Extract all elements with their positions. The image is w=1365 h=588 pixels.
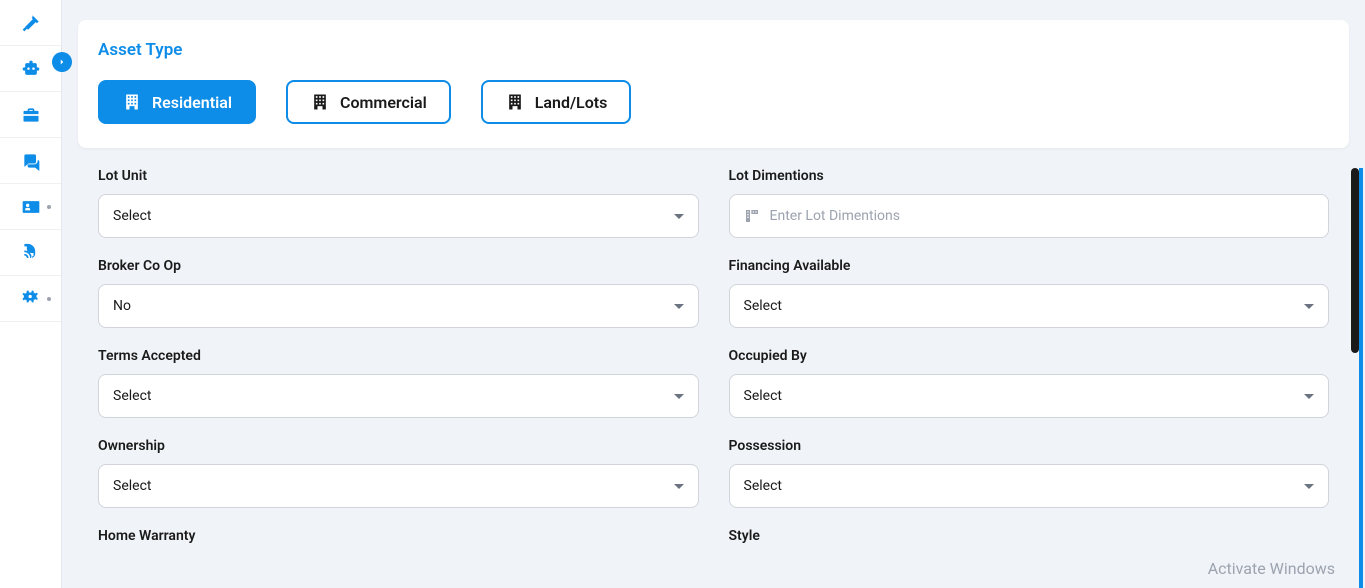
select-value: Select — [744, 478, 782, 494]
caret-down-icon — [674, 214, 684, 219]
asset-type-card: Asset Type Residential Commercial Land/L… — [78, 20, 1349, 148]
building-icon — [122, 92, 142, 112]
select-ownership[interactable]: Select — [98, 464, 699, 508]
asset-type-buttons: Residential Commercial Land/Lots — [98, 80, 1329, 124]
sidebar-expand-button[interactable] — [52, 52, 72, 72]
caret-down-icon — [1304, 484, 1314, 489]
sidebar-item-blog[interactable] — [0, 230, 61, 276]
form-group-possession: Possession Select — [729, 438, 1330, 508]
form-group-occupied-by: Occupied By Select — [729, 348, 1330, 418]
building-icon — [505, 92, 525, 112]
select-value: Select — [744, 298, 782, 314]
asset-type-label: Commercial — [340, 93, 427, 112]
label-occupied-by: Occupied By — [729, 348, 1330, 364]
select-terms-accepted[interactable]: Select — [98, 374, 699, 418]
select-value: No — [113, 298, 131, 314]
ruler-icon — [744, 208, 760, 224]
form-area: Lot Unit Select Lot Dimentions Broker Co… — [78, 168, 1349, 588]
label-financing-available: Financing Available — [729, 258, 1330, 274]
asset-type-label: Residential — [152, 93, 232, 112]
select-lot-unit[interactable]: Select — [98, 194, 699, 238]
select-financing-available[interactable]: Select — [729, 284, 1330, 328]
select-occupied-by[interactable]: Select — [729, 374, 1330, 418]
sidebar-item-briefcase[interactable] — [0, 92, 61, 138]
form-grid: Lot Unit Select Lot Dimentions Broker Co… — [98, 168, 1329, 554]
asset-type-label: Land/Lots — [535, 93, 608, 112]
sidebar-item-hammer[interactable] — [0, 0, 61, 46]
chat-icon — [21, 151, 41, 171]
asset-type-landlots[interactable]: Land/Lots — [481, 80, 632, 124]
sidebar-item-chat[interactable] — [0, 138, 61, 184]
label-broker-co-op: Broker Co Op — [98, 258, 699, 274]
sidebar-item-settings[interactable] — [0, 276, 61, 322]
sidebar-item-robot[interactable] — [0, 46, 61, 92]
scrollbar-thumb[interactable] — [1351, 168, 1359, 353]
form-group-broker-co-op: Broker Co Op No — [98, 258, 699, 328]
label-style: Style — [729, 528, 1330, 544]
scroll-indicator — [1359, 168, 1363, 588]
sidebar — [0, 0, 62, 588]
caret-down-icon — [1304, 304, 1314, 309]
input-wrap-lot-dimensions — [729, 194, 1330, 238]
select-broker-co-op[interactable]: No — [98, 284, 699, 328]
blog-icon — [21, 243, 41, 263]
briefcase-icon — [21, 105, 41, 125]
sidebar-item-contact[interactable] — [0, 184, 61, 230]
label-lot-dimensions: Lot Dimentions — [729, 168, 1330, 184]
select-value: Select — [744, 388, 782, 404]
select-value: Select — [113, 388, 151, 404]
chevron-right-icon — [57, 57, 67, 67]
caret-down-icon — [674, 484, 684, 489]
form-group-lot-dimensions: Lot Dimentions — [729, 168, 1330, 238]
label-lot-unit: Lot Unit — [98, 168, 699, 184]
caret-down-icon — [674, 304, 684, 309]
select-value: Select — [113, 478, 151, 494]
input-lot-dimensions[interactable] — [770, 208, 1315, 224]
label-ownership: Ownership — [98, 438, 699, 454]
hammer-icon — [21, 13, 41, 33]
scrollbar[interactable] — [1351, 168, 1359, 353]
indicator-dot — [47, 297, 51, 301]
card-title: Asset Type — [98, 40, 1329, 60]
main-content: Asset Type Residential Commercial Land/L… — [62, 0, 1365, 588]
indicator-dot — [47, 205, 51, 209]
caret-down-icon — [1304, 394, 1314, 399]
form-group-home-warranty: Home Warranty — [98, 528, 699, 554]
form-group-style: Style — [729, 528, 1330, 554]
asset-type-residential[interactable]: Residential — [98, 80, 256, 124]
label-home-warranty: Home Warranty — [98, 528, 699, 544]
caret-down-icon — [674, 394, 684, 399]
building-icon — [310, 92, 330, 112]
form-group-financing-available: Financing Available Select — [729, 258, 1330, 328]
robot-icon — [21, 59, 41, 79]
form-group-ownership: Ownership Select — [98, 438, 699, 508]
asset-type-commercial[interactable]: Commercial — [286, 80, 451, 124]
label-possession: Possession — [729, 438, 1330, 454]
label-terms-accepted: Terms Accepted — [98, 348, 699, 364]
contact-card-icon — [21, 197, 41, 217]
form-group-terms-accepted: Terms Accepted Select — [98, 348, 699, 418]
select-value: Select — [113, 208, 151, 224]
select-possession[interactable]: Select — [729, 464, 1330, 508]
form-group-lot-unit: Lot Unit Select — [98, 168, 699, 238]
gears-icon — [21, 289, 41, 309]
